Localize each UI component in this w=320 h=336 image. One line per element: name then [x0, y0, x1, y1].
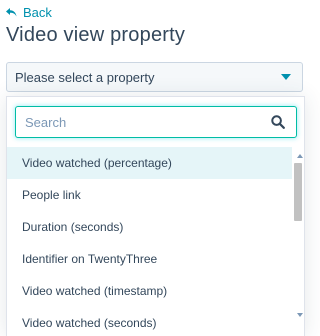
property-select[interactable]: Please select a property — [6, 62, 303, 92]
options-list: Video watched (percentage) People link D… — [7, 147, 292, 336]
search-input[interactable] — [25, 114, 255, 130]
scrollbar-thumb[interactable] — [294, 163, 302, 221]
page-title: Video view property — [6, 24, 186, 46]
option-item[interactable]: Video watched (timestamp) — [7, 275, 292, 307]
search-icon[interactable] — [271, 115, 285, 129]
scrollbar-track[interactable] — [294, 161, 302, 311]
back-label: Back — [23, 5, 52, 20]
option-item[interactable]: Identifier on TwentyThree — [7, 243, 292, 275]
option-item[interactable]: Video watched (percentage) — [7, 147, 292, 179]
property-select-value: Please select a property — [15, 69, 155, 85]
scroll-down-arrow-icon[interactable] — [297, 313, 303, 317]
option-item[interactable]: People link — [7, 179, 292, 211]
caret-down-icon — [281, 74, 291, 80]
option-item[interactable]: Duration (seconds) — [7, 211, 292, 243]
option-item[interactable]: Video watched (seconds) — [7, 307, 292, 336]
back-link[interactable]: Back — [6, 5, 52, 20]
back-arrow-icon — [6, 8, 17, 17]
property-dropdown: Video watched (percentage) People link D… — [6, 96, 305, 336]
scroll-up-arrow-icon[interactable] — [297, 154, 303, 158]
search-box[interactable] — [15, 106, 297, 138]
